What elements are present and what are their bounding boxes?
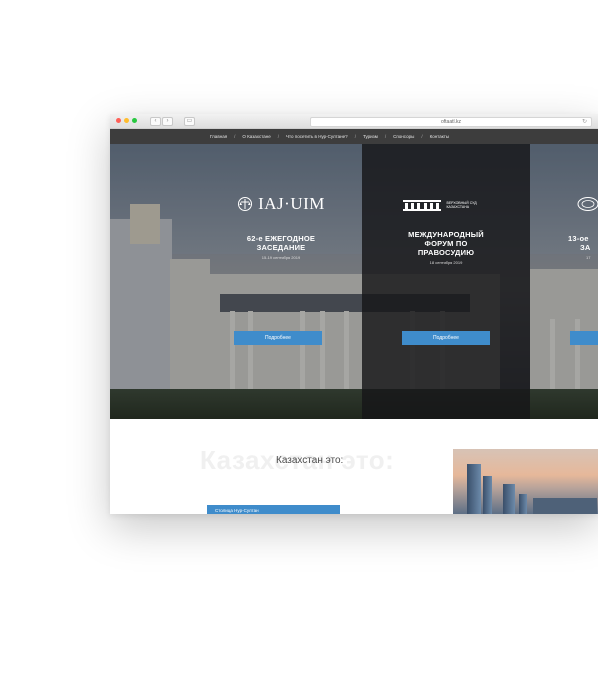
slide-iaj-uim: IAJ·UIM 62-е ЕЖЕГОДНОЕ ЗАСЕДАНИЕ 15-19 с… xyxy=(206,194,356,260)
maximize-window-icon[interactable] xyxy=(132,118,137,123)
nav-item-about-kazakhstan[interactable]: О Казахстане xyxy=(242,134,270,139)
slide-title-line: ФОРУМ ПО xyxy=(424,239,468,248)
nav-separator: / xyxy=(421,134,423,139)
scales-emblem-icon xyxy=(238,197,253,211)
nav-separator: / xyxy=(234,134,236,139)
browser-toolbar: ‹ › ▭ oftaatl.kz ↻ xyxy=(110,114,598,129)
nav-item-what-to-visit[interactable]: Что посетить в Нур-Султане? xyxy=(286,134,348,139)
slide-title-line: МЕЖДУНАРОДНЫЙ xyxy=(408,230,484,239)
slide-date: 18 сентября 2019 xyxy=(429,260,463,265)
details-button[interactable]: Подробнее xyxy=(234,331,322,345)
back-arrow-icon[interactable]: ‹ xyxy=(150,117,161,126)
active-slide-panel xyxy=(362,144,530,419)
url-text: oftaatl.kz xyxy=(440,119,461,125)
city-skyline-image xyxy=(453,449,598,514)
close-window-icon[interactable] xyxy=(116,118,121,123)
browser-window: ‹ › ▭ oftaatl.kz ↻ Главная / О Казахстан… xyxy=(110,114,598,514)
iaj-uim-logo: IAJ·UIM xyxy=(206,194,356,214)
nav-item-tourism[interactable]: Туризм xyxy=(363,134,378,139)
court-building-icon xyxy=(402,200,441,211)
nav-item-home[interactable]: Главная xyxy=(210,134,227,139)
nav-item-sponsors[interactable]: Спонсоры xyxy=(393,134,414,139)
partial-logo xyxy=(558,196,598,212)
slide-date: 17 xyxy=(586,255,591,260)
logo-text: ВЕРХОВНЫЙ СУД КАЗАХСТАНА xyxy=(446,200,477,210)
supreme-court-logo: ВЕРХОВНЫЙ СУД КАЗАХСТАНА xyxy=(366,199,526,211)
nav-separator: / xyxy=(354,134,356,139)
logo-text: IAJ·UIM xyxy=(258,194,325,213)
slide-title-line: ЗА xyxy=(580,243,591,252)
nav-separator: / xyxy=(277,134,280,139)
tower-shape xyxy=(519,494,527,514)
tower-shape xyxy=(483,476,492,514)
fact-list-item[interactable]: Столица Нур-Султан xyxy=(207,505,340,514)
site-navigation: Главная / О Казахстане / Что посетить в … xyxy=(110,129,598,144)
slide-title-line: 13-ое xyxy=(568,234,589,243)
forward-arrow-icon[interactable]: › xyxy=(162,117,173,126)
nav-separator: / xyxy=(384,134,387,139)
slide-title-line: ПРАВОСУДИЮ xyxy=(417,248,475,257)
minimize-window-icon[interactable] xyxy=(124,118,129,123)
slide-title-line: ЗАСЕДАНИЕ xyxy=(256,243,306,252)
tower-shape xyxy=(467,464,481,514)
section-heading: Казахстан это: xyxy=(276,455,344,466)
tower-shape xyxy=(503,484,515,514)
slide-partial: 13-ое ЗА 17 xyxy=(558,196,598,260)
slide-title-line: 62-е ЕЖЕГОДНОЕ xyxy=(246,234,316,243)
hero-slider: IAJ·UIM 62-е ЕЖЕГОДНОЕ ЗАСЕДАНИЕ 15-19 с… xyxy=(110,144,598,419)
sidebar-icon[interactable]: ▭ xyxy=(184,117,195,126)
city-skyline-base xyxy=(533,498,597,514)
about-section: Казахстан это: Казахстан это: Столица Ну… xyxy=(110,419,598,514)
slide-date: 15-19 сентября 2019 xyxy=(261,255,301,260)
address-bar[interactable]: oftaatl.kz ↻ xyxy=(310,117,592,127)
slide-justice-forum: ВЕРХОВНЫЙ СУД КАЗАХСТАНА МЕЖДУНАРОДНЫЙ Ф… xyxy=(366,199,526,265)
reload-icon[interactable]: ↻ xyxy=(582,118,587,126)
emblem-icon xyxy=(577,197,598,211)
nav-item-contacts[interactable]: Контакты xyxy=(430,134,449,139)
details-button[interactable]: Подробнее xyxy=(402,331,490,345)
details-button-partial[interactable] xyxy=(570,331,598,345)
